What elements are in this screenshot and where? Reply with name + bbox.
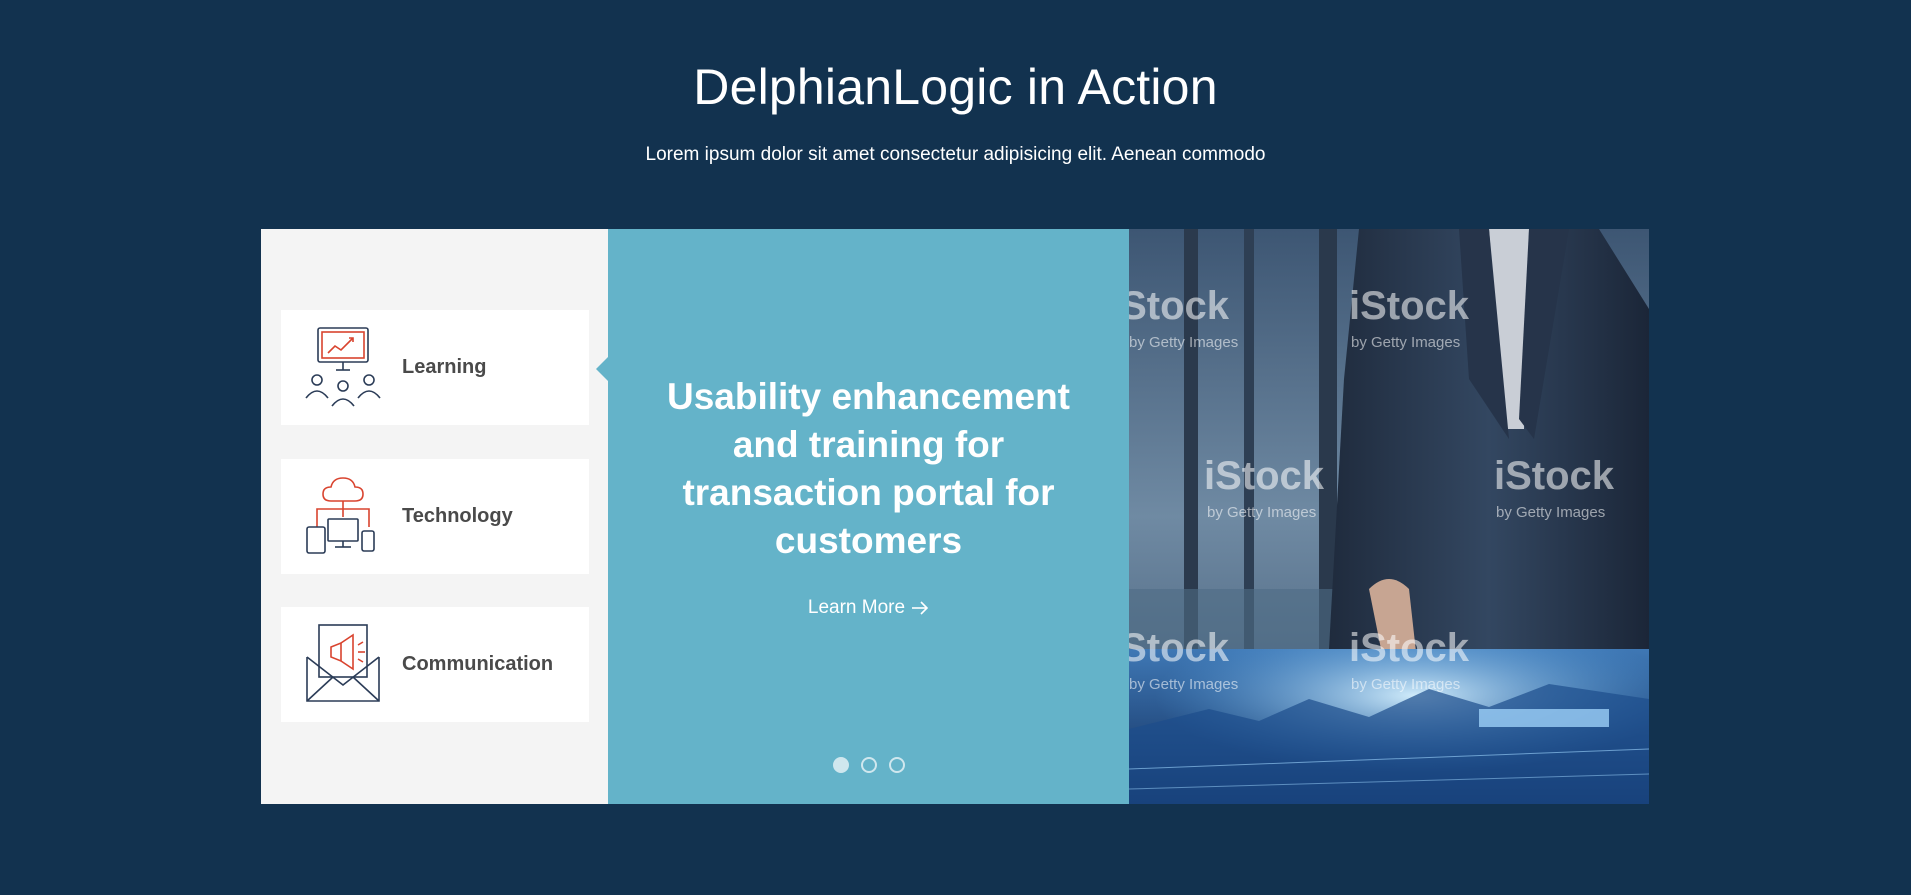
carousel-dot-2[interactable]: [860, 757, 877, 773]
section-subtitle: Lorem ipsum dolor sit amet consectetur a…: [645, 144, 1266, 165]
tab-technology[interactable]: Technology: [281, 459, 589, 574]
watermark-5: iStock: [1129, 626, 1230, 670]
cloud-devices-icon: [306, 477, 375, 554]
watermark-2: iStock: [1349, 284, 1470, 328]
watermark-1: iStock: [1129, 284, 1230, 328]
watermark-sub-4: by Getty Images: [1496, 504, 1605, 521]
category-tabs: Learning Technology Communication: [261, 229, 608, 804]
showcase-panel: Learning Technology Communication Usabil…: [261, 229, 1649, 804]
envelope-megaphone-icon: [306, 624, 380, 702]
arrow-right-icon: [912, 601, 929, 615]
watermark-4: iStock: [1494, 454, 1615, 498]
tab-technology-label: Technology: [402, 505, 513, 527]
tab-learning-label: Learning: [402, 356, 487, 378]
slide-title: Usability enhancement and training for t…: [666, 376, 1070, 561]
tab-communication[interactable]: Communication: [281, 607, 589, 722]
carousel-dot-3[interactable]: [888, 757, 905, 773]
carousel-dot-1[interactable]: [832, 757, 849, 773]
section-title: DelphianLogic in Action: [693, 59, 1218, 115]
watermark-sub-3: by Getty Images: [1207, 504, 1316, 521]
learn-more-link[interactable]: Learn More: [608, 597, 1129, 619]
presentation-audience-icon: [305, 327, 381, 407]
watermark-6: iStock: [1349, 626, 1470, 670]
businessman-touchscreen-photo: iStock iStock iStock iStock iStock iStoc…: [1129, 229, 1649, 804]
watermark-3: iStock: [1204, 454, 1325, 498]
carousel-dots: [608, 757, 1129, 773]
watermark-sub-2: by Getty Images: [1351, 334, 1460, 351]
watermark-sub-6: by Getty Images: [1351, 676, 1460, 693]
tab-learning[interactable]: Learning: [281, 310, 589, 425]
watermark-sub-5: by Getty Images: [1129, 676, 1238, 693]
watermark-sub-1: by Getty Images: [1129, 334, 1238, 351]
learn-more-label: Learn More: [807, 597, 906, 618]
tab-communication-label: Communication: [402, 653, 554, 675]
active-tab-pointer: [596, 357, 608, 381]
slide-content: Usability enhancement and training for t…: [596, 229, 1129, 804]
action-section: DelphianLogic in Action Lorem ipsum dolo…: [0, 0, 1911, 895]
